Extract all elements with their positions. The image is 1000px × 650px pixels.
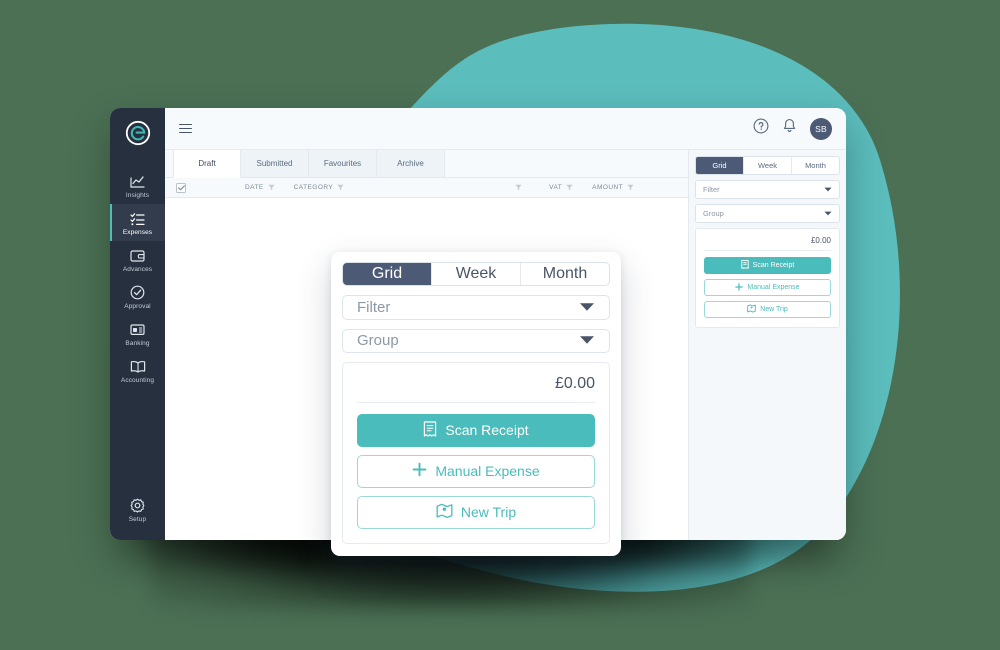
tab-submitted[interactable]: Submitted xyxy=(241,150,309,177)
button-label: New Trip xyxy=(460,504,517,521)
gear-icon xyxy=(130,497,145,514)
popup-filter-select-value: Filter xyxy=(357,298,391,316)
column-label: CATEGORY xyxy=(293,184,334,191)
popup-filter-select[interactable]: Filter xyxy=(342,295,610,320)
chart-line-icon xyxy=(130,173,145,190)
check-circle-icon xyxy=(130,284,145,301)
divider xyxy=(704,250,831,251)
filter-icon[interactable] xyxy=(268,184,275,191)
column-label: DATE xyxy=(245,184,264,191)
group-select-value: Group xyxy=(703,209,724,218)
column-label: VAT xyxy=(549,184,563,191)
quick-actions-card: £0.00 Scan Receipt Manual Expense New Tr… xyxy=(695,228,840,328)
sidebar-item-expenses[interactable]: Expenses xyxy=(110,204,165,241)
popup-group-select[interactable]: Group xyxy=(342,328,610,353)
tab-draft[interactable]: Draft xyxy=(173,150,241,178)
filter-icon[interactable] xyxy=(566,184,573,191)
sidebar-item-advances[interactable]: Advances xyxy=(110,241,165,278)
popup-view-mode-week[interactable]: Week xyxy=(432,263,521,286)
popup-amount-total: £0.00 xyxy=(554,374,595,392)
sidebar-item-label: Advances xyxy=(122,265,153,273)
filter-icon[interactable] xyxy=(515,184,522,191)
filter-icon[interactable] xyxy=(337,184,344,191)
sidebar-item-banking[interactable]: Banking xyxy=(110,315,165,352)
popup-new-trip-button[interactable]: New Trip xyxy=(357,495,595,529)
column-header-vat: VAT xyxy=(549,184,573,191)
filter-select-value: Filter xyxy=(703,185,720,194)
chevron-down-icon xyxy=(579,332,595,349)
receipt-icon xyxy=(423,421,437,440)
filter-icon[interactable] xyxy=(627,184,634,191)
manual-expense-button[interactable]: Manual Expense xyxy=(704,279,831,296)
amount-total: £0.00 xyxy=(810,236,831,245)
column-label: AMOUNT xyxy=(592,184,624,191)
sidebar-item-label: Insights xyxy=(125,191,150,199)
book-icon xyxy=(130,358,146,375)
magnified-quick-actions-popup: Grid Week Month Filter Group £0.00 Scan … xyxy=(331,252,621,556)
avatar[interactable]: SB xyxy=(810,117,832,140)
view-mode-segmented-control: Grid Week Month xyxy=(695,156,840,175)
sidebar-item-setup[interactable]: Setup xyxy=(110,491,165,528)
sidebar-item-label: Approval xyxy=(124,302,151,310)
tab-archive[interactable]: Archive xyxy=(377,150,445,177)
receipt-icon xyxy=(741,260,749,271)
expenses-tabstrip: Draft Submitted Favourites Archive xyxy=(165,150,688,178)
view-mode-grid[interactable]: Grid xyxy=(696,157,744,174)
sidebar: Insights Expenses Advances Approval Bank… xyxy=(110,108,165,540)
popup-quick-actions-card: £0.00 Scan Receipt Manual Expense New Tr… xyxy=(342,361,610,544)
sidebar-nav: Insights Expenses Advances Approval Bank… xyxy=(110,167,165,389)
plus-icon xyxy=(412,462,427,480)
scan-receipt-button[interactable]: Scan Receipt xyxy=(704,257,831,274)
sidebar-item-approval[interactable]: Approval xyxy=(110,278,165,315)
popup-group-select-value: Group xyxy=(357,332,399,350)
chevron-down-icon xyxy=(824,185,832,194)
logo-e-icon xyxy=(125,120,150,146)
hamburger-icon[interactable] xyxy=(179,123,192,134)
sidebar-item-label: Banking xyxy=(125,339,150,347)
bell-icon[interactable] xyxy=(782,118,797,139)
bank-card-icon xyxy=(130,321,145,338)
app-logo[interactable] xyxy=(125,120,151,151)
popup-manual-expense-button[interactable]: Manual Expense xyxy=(357,454,595,488)
column-header-amount: AMOUNT xyxy=(592,184,634,191)
tab-favourites[interactable]: Favourites xyxy=(309,150,377,177)
sidebar-item-label: Accounting xyxy=(120,376,155,384)
button-label: Manual Expense xyxy=(435,463,540,480)
column-header-blank xyxy=(515,184,522,191)
button-label: New Trip xyxy=(760,306,788,313)
table-header-row: DATE CATEGORY VAT AMOUNT xyxy=(165,178,688,198)
view-mode-week[interactable]: Week xyxy=(744,157,792,174)
sidebar-item-label: Expenses xyxy=(122,228,153,236)
select-all-checkbox[interactable] xyxy=(176,182,186,193)
button-label: Scan Receipt xyxy=(752,262,795,269)
filter-select[interactable]: Filter xyxy=(695,180,840,199)
new-trip-button[interactable]: New Trip xyxy=(704,301,831,318)
popup-scan-receipt-button[interactable]: Scan Receipt xyxy=(357,413,595,447)
list-check-icon xyxy=(130,210,145,227)
popup-divider xyxy=(357,401,595,403)
help-circle-icon[interactable] xyxy=(753,118,769,139)
view-mode-month[interactable]: Month xyxy=(792,157,839,174)
map-icon xyxy=(747,304,756,315)
top-bar-actions: SB xyxy=(753,117,832,140)
button-label: Manual Expense xyxy=(747,284,800,291)
right-panel: Grid Week Month Filter Group £0.00 Scan … xyxy=(688,150,846,540)
popup-view-mode-segmented-control: Grid Week Month xyxy=(342,262,610,287)
popup-view-mode-grid[interactable]: Grid xyxy=(343,263,432,286)
plus-icon xyxy=(735,282,744,293)
sidebar-item-accounting[interactable]: Accounting xyxy=(110,352,165,389)
sidebar-item-label: Setup xyxy=(128,515,147,523)
map-icon xyxy=(436,503,453,522)
column-header-date: DATE xyxy=(245,184,275,191)
button-label: Scan Receipt xyxy=(445,422,529,439)
group-select[interactable]: Group xyxy=(695,204,840,223)
sidebar-item-insights[interactable]: Insights xyxy=(110,167,165,204)
chevron-down-icon xyxy=(579,299,595,316)
top-bar: SB xyxy=(165,108,846,150)
wallet-icon xyxy=(130,247,145,264)
popup-view-mode-month[interactable]: Month xyxy=(521,263,609,285)
chevron-down-icon xyxy=(824,209,832,218)
column-header-category: CATEGORY xyxy=(294,184,344,191)
